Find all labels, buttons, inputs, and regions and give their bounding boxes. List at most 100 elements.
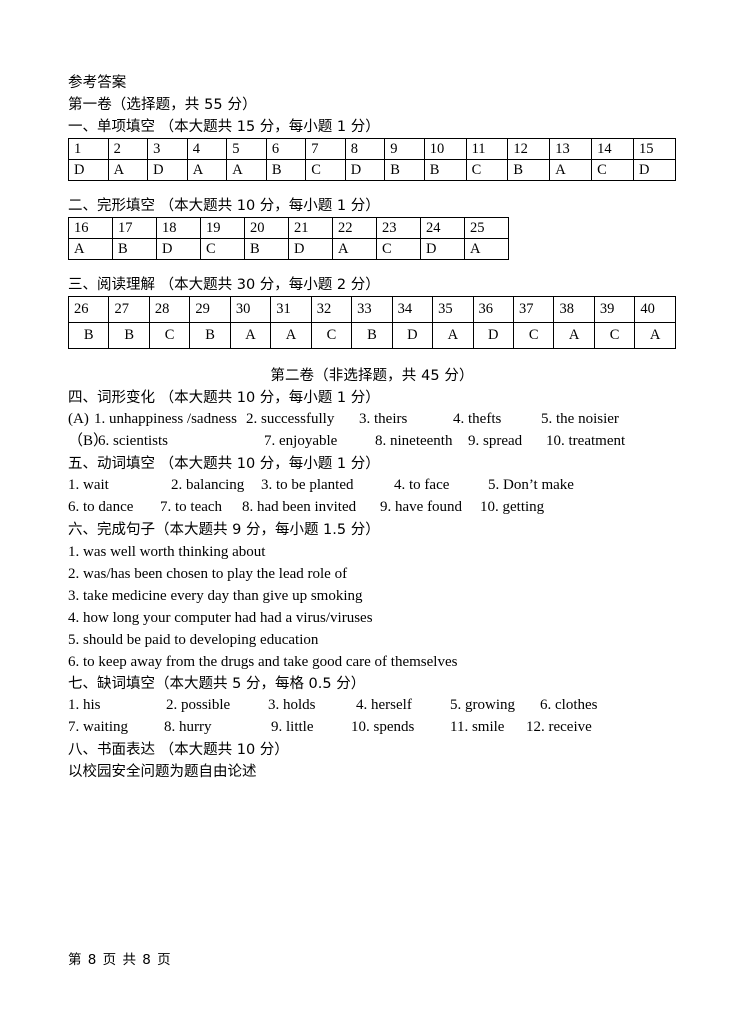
table-cell: C — [591, 159, 635, 181]
table-cell: C — [200, 238, 245, 260]
answer-item: 1. unhappiness /sadness — [94, 411, 237, 427]
row-a-label: (A) — [68, 411, 89, 427]
table-cell: 12 — [507, 138, 551, 160]
page-title: 参考答案 — [68, 75, 127, 91]
answer-item: 4. thefts — [453, 411, 502, 427]
list-item: 2. was/has been chosen to play the lead … — [68, 566, 348, 582]
part-2-heading: 第二卷（非选择题，共 45 分） — [270, 368, 474, 384]
table-cell: 37 — [512, 296, 555, 323]
table-cell: 10 — [423, 138, 467, 160]
table-cell: A — [432, 322, 474, 349]
table-cell: B — [384, 159, 425, 181]
section-3-answer-table: 26 27 28 29 30 31 32 33 34 35 36 37 38 3… — [67, 296, 676, 349]
table-cell: B — [265, 159, 307, 181]
answer-item: 10. treatment — [546, 433, 626, 449]
table-cell: D — [391, 322, 434, 349]
answer-item: 7. waiting — [68, 719, 128, 735]
section-7-row-2: 7. waiting 8. hurry 9. little 10. spends… — [68, 717, 676, 739]
table-cell: C — [376, 238, 421, 260]
section-1-title: 一、单项填空 （本大题共 15 分，每小题 1 分） — [68, 119, 380, 135]
table-cell: 17 — [112, 217, 157, 239]
table-cell: 23 — [376, 217, 421, 239]
answer-item: 9. little — [271, 719, 314, 735]
table-cell: 20 — [244, 217, 289, 239]
table-cell: 40 — [634, 296, 676, 323]
table-cell: 36 — [472, 296, 514, 323]
table-cell: 7 — [305, 138, 346, 160]
section-5-row-2: 6. to dance 7. to teach 8. had been invi… — [68, 497, 676, 519]
table-cell: 13 — [549, 138, 593, 160]
table-cell: 31 — [270, 296, 312, 323]
answer-item: 9. have found — [380, 499, 463, 515]
answer-item: 5. Don’t make — [488, 477, 574, 493]
table-cell: 21 — [288, 217, 333, 239]
answer-item: 3. theirs — [359, 411, 408, 427]
table-cell: D — [344, 159, 386, 181]
table-cell: A — [229, 322, 272, 349]
list-item: 1. was well worth thinking about — [68, 544, 266, 560]
table-cell: C — [593, 322, 636, 349]
table-cell: 24 — [420, 217, 465, 239]
table-cell: 35 — [432, 296, 474, 323]
table-cell: A — [107, 159, 149, 181]
table-cell: 6 — [265, 138, 307, 160]
answer-item: 9. spread — [468, 433, 523, 449]
table-cell: C — [465, 159, 509, 181]
table-row-numbers: 16 17 18 19 20 21 22 23 24 25 — [68, 217, 509, 239]
table-cell: B — [189, 322, 231, 349]
answer-sheet-page: 参考答案 第一卷（选择题，共 55 分） 一、单项填空 （本大题共 15 分，每… — [0, 0, 744, 1032]
table-cell: 29 — [189, 296, 231, 323]
table-cell: 26 — [67, 296, 110, 323]
table-cell: C — [305, 159, 346, 181]
table-cell: D — [147, 159, 188, 181]
section-7-row-1: 1. his 2. possible 3. holds 4. herself 5… — [68, 695, 676, 717]
table-cell: C — [148, 322, 191, 349]
answer-item: 7. enjoyable — [264, 433, 338, 449]
table-cell: A — [186, 159, 228, 181]
table-row-answers: B B C B A A C B D A D C A C A — [67, 322, 676, 349]
document-content: 参考答案 第一卷（选择题，共 55 分） 一、单项填空 （本大题共 15 分，每… — [67, 72, 676, 783]
answer-item: 1. his — [68, 697, 101, 713]
answer-item: 5. the noisier — [541, 411, 619, 427]
section-5-title: 五、动词填空 （本大题共 10 分，每小题 1 分） — [68, 456, 380, 472]
table-cell: D — [633, 159, 676, 181]
table-cell: 19 — [200, 217, 245, 239]
table-cell: B — [351, 322, 393, 349]
section-6-title: 六、完成句子（本大题共 9 分，每小题 1.5 分） — [68, 522, 380, 538]
section-5-row-1: 1. wait 2. balancing 3. to be planted 4.… — [68, 475, 676, 497]
table-row-numbers: 26 27 28 29 30 31 32 33 34 35 36 37 38 3… — [67, 296, 676, 323]
table-cell: 30 — [229, 296, 272, 323]
section-2-title: 二、完形填空 （本大题共 10 分，每小题 1 分） — [68, 198, 380, 214]
table-cell: 38 — [553, 296, 595, 323]
table-cell: 34 — [391, 296, 434, 323]
table-row-answers: D A D A A B C D B B C B A C D — [68, 159, 676, 181]
answer-item: 2. possible — [166, 697, 231, 713]
table-cell: 9 — [384, 138, 425, 160]
table-cell: 18 — [156, 217, 201, 239]
answer-item: 8. had been invited — [242, 499, 357, 515]
list-item: 6. to keep away from the drugs and take … — [68, 654, 458, 670]
answer-item: 3. to be planted — [261, 477, 354, 493]
table-cell: D — [156, 238, 201, 260]
table-cell: D — [288, 238, 333, 260]
section-3-title: 三、阅读理解 （本大题共 30 分，每小题 2 分） — [68, 277, 380, 293]
table-cell: 5 — [226, 138, 267, 160]
table-cell: A — [226, 159, 267, 181]
table-cell: B — [507, 159, 551, 181]
answer-item: 8. hurry — [164, 719, 212, 735]
table-cell: C — [512, 322, 555, 349]
table-cell: 11 — [465, 138, 509, 160]
table-cell: A — [332, 238, 377, 260]
table-cell: 8 — [344, 138, 386, 160]
answer-item: 3. holds — [268, 697, 316, 713]
table-cell: 28 — [148, 296, 191, 323]
table-cell: 22 — [332, 217, 377, 239]
table-cell: A — [270, 322, 312, 349]
answer-item: 6. scientists — [98, 433, 168, 449]
section-1-answer-table: 1 2 3 4 5 6 7 8 9 10 11 12 13 14 15 D A … — [68, 138, 676, 181]
section-2-answer-table: 16 17 18 19 20 21 22 23 24 25 A B D C B … — [68, 217, 509, 260]
answer-item: 1. wait — [68, 477, 109, 493]
table-cell: 39 — [593, 296, 636, 323]
table-cell: B — [108, 322, 150, 349]
